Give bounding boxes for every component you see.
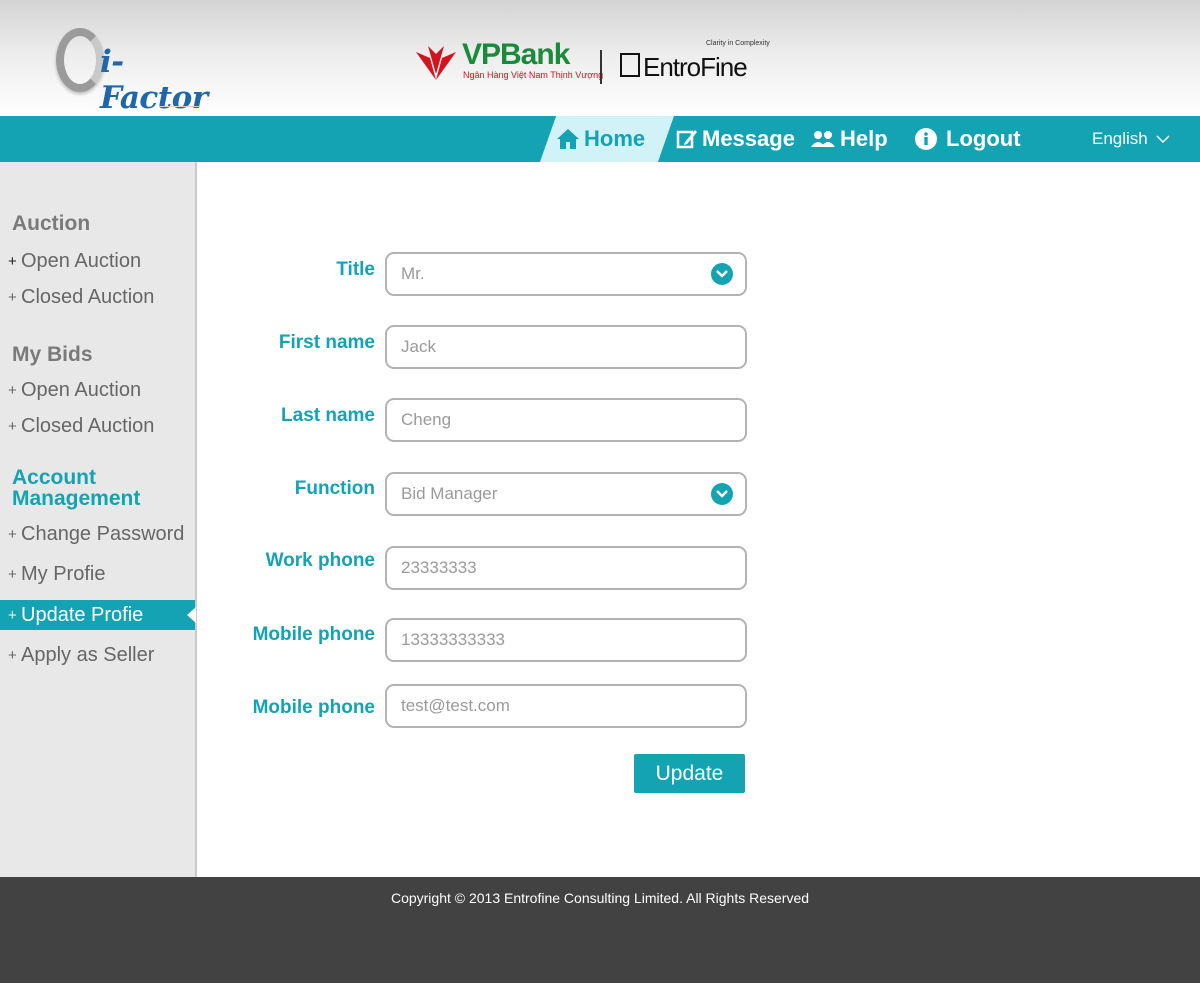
mobile-phone-field[interactable] [385, 618, 747, 662]
sidebar: Auction + Open Auction + Closed Auction … [0, 162, 197, 877]
title-select[interactable]: Mr. [385, 252, 747, 296]
sidebar-heading-line: Account [12, 466, 96, 489]
sidebar-heading-auction: Auction [12, 212, 91, 235]
sidebar-item-bids-open-auction[interactable]: + Open Auction [0, 375, 195, 405]
nav-message[interactable]: Message [676, 116, 795, 162]
nav-logout[interactable]: Logout [914, 116, 1021, 162]
nav-help-label: Help [840, 126, 888, 151]
copyright-text: Copyright © 2013 Entrofine Consulting Li… [390, 890, 810, 906]
chevron-down-icon[interactable] [711, 483, 733, 505]
logo-ring [56, 28, 104, 92]
email-field[interactable] [385, 684, 747, 728]
first-name-input[interactable] [401, 337, 701, 357]
sidebar-item-bids-closed-auction[interactable]: + Closed Auction [0, 411, 195, 441]
chevron-down-icon[interactable] [711, 263, 733, 285]
sidebar-heading-account-management: Account Management [12, 467, 140, 509]
main-content: Title Mr. First name Last name Function … [197, 162, 1200, 877]
header: i-Factor VPBank Ngân Hàng Việt Nam Thịnh… [0, 0, 1200, 116]
vpbank-tagline: Ngân Hàng Việt Nam Thịnh Vượng [463, 70, 604, 80]
sidebar-item-label: Apply as Seller [21, 643, 155, 666]
entrofine-tagline: Clarity in Complexity [706, 40, 770, 47]
edit-icon [676, 130, 697, 149]
language-selector[interactable]: English [1092, 116, 1170, 162]
plus-icon: + [8, 646, 17, 664]
function-label: Function [294, 478, 375, 499]
email-label: Mobile phone [252, 697, 375, 718]
function-select[interactable]: Bid Manager [385, 472, 747, 516]
plus-icon: + [8, 606, 17, 624]
sidebar-heading-my-bids: My Bids [12, 343, 93, 366]
entrofine-logo: Clarity in Complexity EntroFine [620, 40, 790, 84]
plus-icon: + [8, 381, 17, 399]
plus-icon: + [8, 288, 17, 306]
sidebar-heading-line: Management [12, 487, 141, 510]
sidebar-item-label: Closed Auction [21, 414, 155, 437]
update-button[interactable]: Update [634, 754, 745, 793]
last-name-label: Last name [281, 405, 375, 426]
info-icon [915, 128, 937, 150]
last-name-field[interactable] [385, 398, 747, 442]
work-phone-input[interactable] [401, 558, 701, 578]
nav-home-tab[interactable]: Home [540, 116, 674, 162]
title-label: Title [336, 259, 375, 280]
sidebar-item-change-password[interactable]: + Change Password [0, 519, 195, 549]
sidebar-item-closed-auction[interactable]: + Closed Auction [0, 282, 195, 312]
users-icon [811, 131, 835, 147]
nav-logout-label: Logout [946, 126, 1021, 151]
main-navbar: Home Message Help Logout English [0, 116, 1200, 162]
mobile-phone-input[interactable] [401, 630, 701, 650]
mobile-phone-label: Mobile phone [252, 624, 375, 645]
title-value: Mr. [401, 264, 425, 283]
sidebar-item-my-profile[interactable]: + My Profie [0, 559, 195, 589]
ifactor-logo[interactable]: i-Factor [56, 26, 226, 116]
sidebar-item-label: Update Profie [21, 603, 144, 626]
vpbank-lotus-icon [416, 46, 456, 80]
plus-icon: + [8, 525, 17, 543]
sidebar-item-label: Open Auction [21, 249, 142, 272]
work-phone-field[interactable] [385, 546, 747, 590]
nav-message-label: Message [702, 126, 795, 151]
vpbank-name: VPBank [462, 38, 570, 71]
sidebar-item-label: Change Password [21, 522, 185, 545]
sidebar-item-label: Open Auction [21, 378, 142, 401]
plus-icon: + [8, 565, 17, 583]
entrofine-mark-icon [620, 53, 640, 77]
function-value: Bid Manager [401, 484, 498, 503]
header-divider [600, 50, 602, 84]
last-name-input[interactable] [401, 410, 701, 430]
first-name-label: First name [278, 332, 375, 353]
email-input[interactable] [401, 696, 701, 716]
sidebar-item-label: My Profie [21, 562, 106, 585]
plus-icon: + [8, 417, 17, 435]
footer: Copyright © 2013 Entrofine Consulting Li… [0, 877, 1200, 983]
language-label: English [1092, 129, 1148, 148]
entrofine-name: EntroFine [643, 52, 748, 82]
nav-help[interactable]: Help [810, 116, 888, 162]
sidebar-item-apply-as-seller[interactable]: + Apply as Seller [0, 640, 195, 670]
nav-home[interactable]: Home [556, 116, 645, 162]
logo-underline [160, 106, 200, 107]
nav-home-label: Home [584, 126, 646, 151]
vpbank-logo: VPBank Ngân Hàng Việt Nam Thịnh Vượng [414, 38, 603, 86]
sidebar-item-update-profile[interactable]: + Update Profie [0, 600, 196, 630]
chevron-down-icon [1156, 135, 1170, 143]
home-icon [557, 129, 579, 149]
sidebar-item-label: Closed Auction [21, 285, 155, 308]
plus-icon: + [8, 252, 17, 270]
work-phone-label: Work phone [265, 550, 375, 571]
sidebar-item-open-auction[interactable]: + Open Auction [0, 246, 195, 276]
first-name-field[interactable] [385, 325, 747, 369]
